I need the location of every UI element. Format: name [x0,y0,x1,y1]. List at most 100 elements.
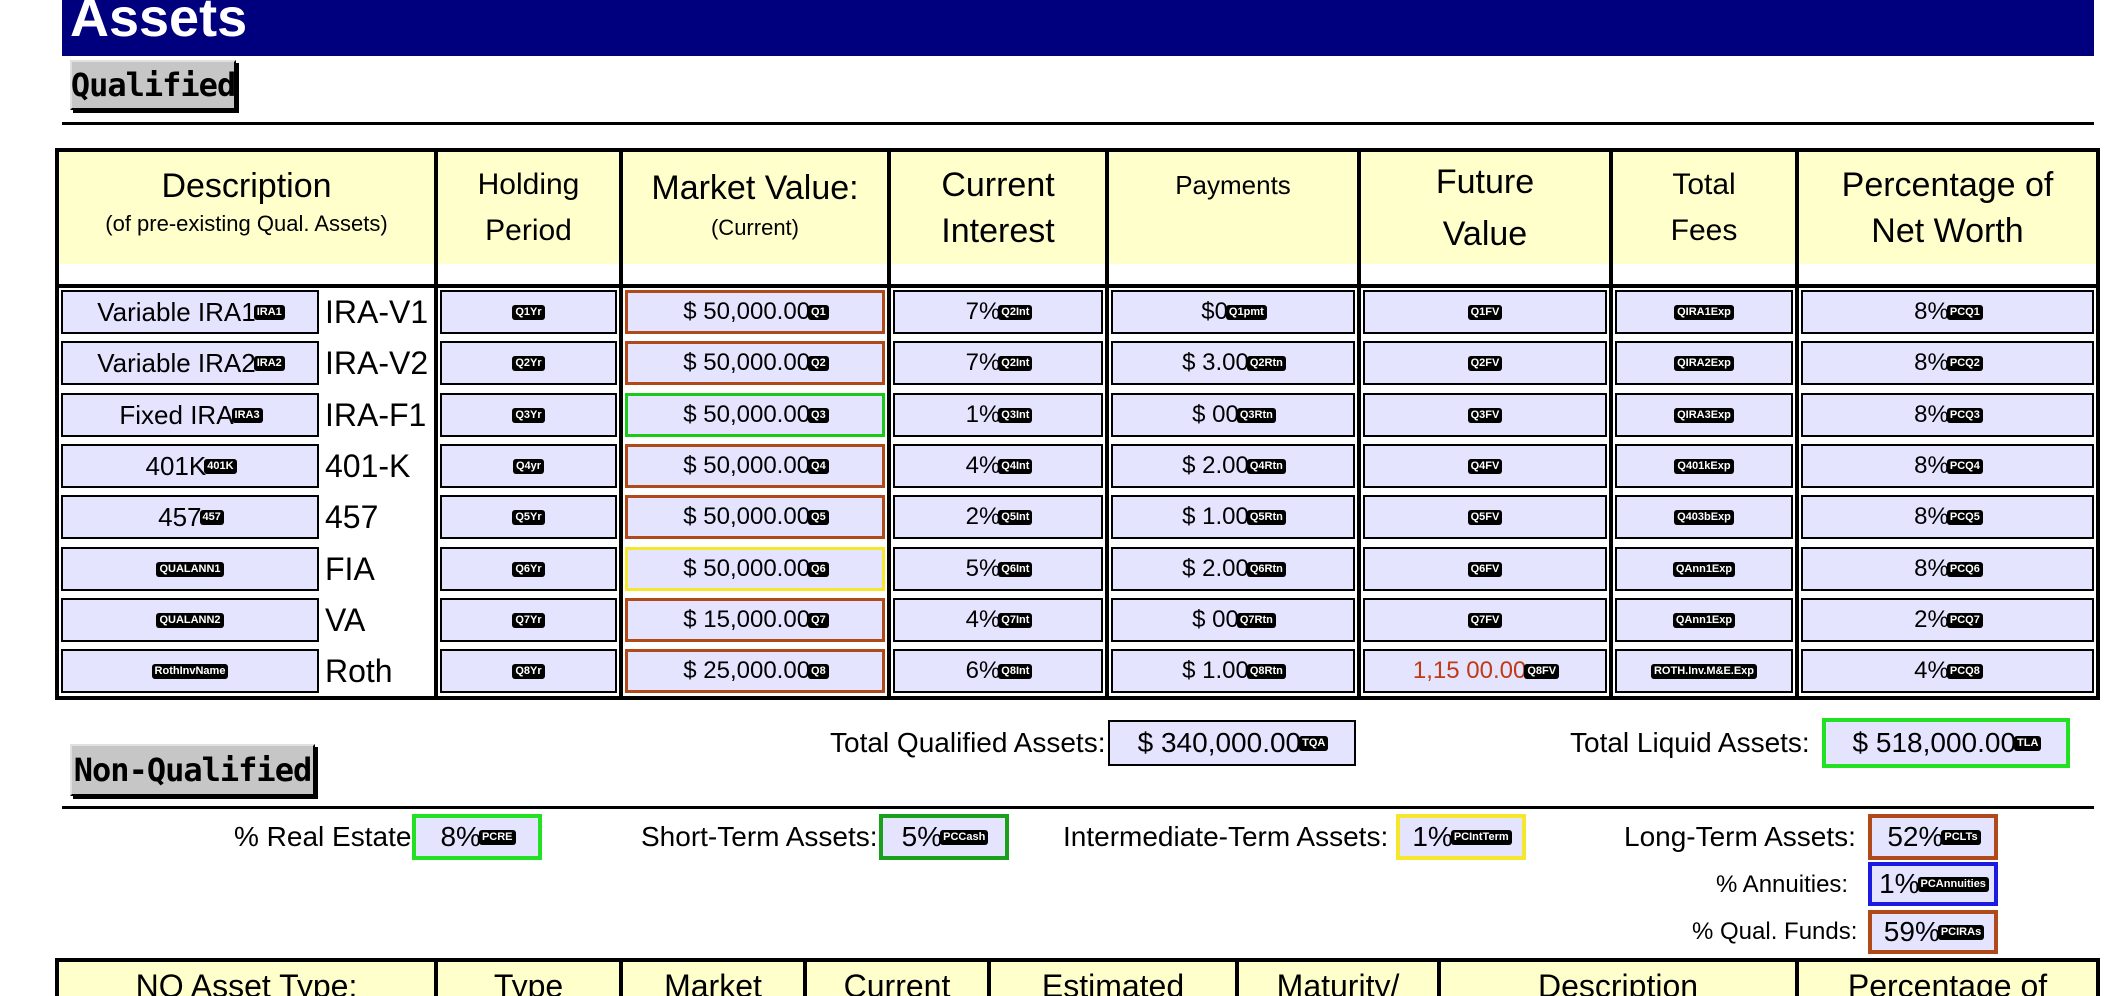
field-tag: Q6 [808,561,829,577]
q-row-2-payment-field[interactable]: $ 3.00 Q2Rtn [1111,341,1355,385]
title-bar [62,0,2094,56]
q-row-7-period-field[interactable]: Q7Yr [440,598,617,642]
q-row-1-pct-field[interactable]: 8% PCQ1 [1801,290,2094,334]
annuities-field[interactable]: 1% PCAnnuities [1868,862,1998,906]
q-row-3-fv-field[interactable]: Q3FV [1363,393,1607,437]
field-tag: Q6Rtn [1246,561,1286,577]
q-row-3-period-field[interactable]: Q3Yr [440,393,617,437]
q-row-5-payment-field[interactable]: $ 1.00 Q5Rtn [1111,495,1355,539]
q-row-1-fv-field[interactable]: Q1FV [1363,290,1607,334]
q-row-1-desc-field[interactable]: Variable IRA1 IRA1 [61,290,319,334]
q-row-1-value-field[interactable]: $ 50,000.00 Q1 [625,290,885,334]
field-tag: Q7Rtn [1236,612,1276,628]
q-row-5-desc-field[interactable]: 457 457 [61,495,319,539]
q-row-5-interest-field[interactable]: 2% Q5Int [893,495,1103,539]
q-row-3-interest-field[interactable]: 1% Q3Int [893,393,1103,437]
field-tag: Q401kExp [1674,458,1734,474]
field-tag: Q5 [808,509,829,525]
q-row-2-label-label: IRA-V2 [321,341,431,385]
q-row-7-payment-field[interactable]: $ 00 Q7Rtn [1111,598,1355,642]
q-row-6-value-field[interactable]: $ 50,000.00 Q6 [625,547,885,591]
q-row-6-period-field[interactable]: Q6Yr [440,547,617,591]
field-tag: Q4FV [1467,458,1503,474]
q-row-8-fees-field[interactable]: ROTH.Inv.M&E.Exp [1615,649,1793,693]
q-row-1-fees-field[interactable]: QIRA1Exp [1615,290,1793,334]
q-row-7-fees-field[interactable]: QAnn1Exp [1615,598,1793,642]
qual-funds-field[interactable]: 59% PCIRAs [1868,910,1998,954]
q-row-6-pct-field[interactable]: 8% PCQ6 [1801,547,2094,591]
q-row-8-interest-field[interactable]: 6% Q8Int [893,649,1103,693]
q-row-8-value-field[interactable]: $ 25,000.00 Q8 [625,649,885,693]
header-total-fees: Total Fees [1613,152,1795,288]
field-tag: PCIRAs [1937,924,1985,940]
header-payments: Payments [1109,152,1357,288]
q-row-8-fv-field[interactable]: 1,15 00.00 Q8FV [1363,649,1607,693]
q-row-6-desc-field[interactable]: QUALANN1 [61,547,319,591]
q-row-3-value-field[interactable]: $ 50,000.00 Q3 [625,393,885,437]
q-row-2-period-field[interactable]: Q2Yr [440,341,617,385]
q-row-7-value-field[interactable]: $ 15,000.00 Q7 [625,598,885,642]
field-tag: TLA [2014,735,2042,751]
q-row-4-period-field[interactable]: Q4yr [440,444,617,488]
q-row-4-payment-field[interactable]: $ 2.00 Q4Rtn [1111,444,1355,488]
q-row-8-period-field[interactable]: Q8Yr [440,649,617,693]
field-tag: Q3Int [998,407,1033,423]
field-tag: Q8FV [1524,663,1560,679]
q-row-2-pct-field[interactable]: 8% PCQ2 [1801,341,2094,385]
q-row-6-interest-field[interactable]: 5% Q6Int [893,547,1103,591]
q-row-6-payment-field[interactable]: $ 2.00 Q6Rtn [1111,547,1355,591]
q-row-2-fees-field[interactable]: QIRA2Exp [1615,341,1793,385]
annuities-label: % Annuities: [1716,871,1849,898]
tab-non-qualified[interactable]: Non-Qualified [70,744,315,796]
q-row-8-pct-field[interactable]: 4% PCQ8 [1801,649,2094,693]
q-row-6-fees-field[interactable]: QAnn1Exp [1615,547,1793,591]
q-row-7-fv-field[interactable]: Q7FV [1363,598,1607,642]
q-row-3-fees-field[interactable]: QIRA3Exp [1615,393,1793,437]
q-row-1-period-field[interactable]: Q1Yr [440,290,617,334]
q-row-4-fees-field[interactable]: Q401kExp [1615,444,1793,488]
q-row-8-payment-field[interactable]: $ 1.00 Q8Rtn [1111,649,1355,693]
q-row-1-payment-field[interactable]: $0 Q1pmt [1111,290,1355,334]
q-row-6-fv-field[interactable]: Q6FV [1363,547,1607,591]
field-tag: Q7FV [1467,612,1503,628]
total-liquid-field[interactable]: $ 518,000.00 TLA [1822,718,2070,768]
field-tag: QUALANN1 [156,561,224,577]
q-row-4-fv-field[interactable]: Q4FV [1363,444,1607,488]
q-row-4-value-field[interactable]: $ 50,000.00 Q4 [625,444,885,488]
q-row-7-pct-field[interactable]: 2% PCQ7 [1801,598,2094,642]
q-row-5-value-field[interactable]: $ 50,000.00 Q5 [625,495,885,539]
q-row-2-value-field[interactable]: $ 50,000.00 Q2 [625,341,885,385]
q-row-5-pct-field[interactable]: 8% PCQ5 [1801,495,2094,539]
field-tag: QIRA1Exp [1674,304,1734,320]
field-tag: Q2Yr [512,355,545,371]
real-estate-field[interactable]: 8% PCRE [412,814,542,860]
q-row-2-interest-field[interactable]: 7% Q2Int [893,341,1103,385]
q-row-8-desc-field[interactable]: RothInvName [61,649,319,693]
tab-qualified[interactable]: Qualified [70,60,236,110]
q-row-3-pct-field[interactable]: 8% PCQ3 [1801,393,2094,437]
field-tag: Q4Int [998,458,1033,474]
field-tag: Q1 [808,304,829,320]
q-row-2-fv-field[interactable]: Q2FV [1363,341,1607,385]
nq-header-estimated: Estimated [1041,968,1185,996]
field-tag: PCQ7 [1946,612,1983,628]
q-row-7-desc-field[interactable]: QUALANN2 [61,598,319,642]
q-row-4-label-label: 401-K [321,444,431,488]
q-row-3-desc-field[interactable]: Fixed IRA IRA3 [61,393,319,437]
total-qualified-field[interactable]: $ 340,000.00 TQA [1108,720,1356,766]
header-holding-period: Holding Period [438,152,619,288]
q-row-3-payment-field[interactable]: $ 00 Q3Rtn [1111,393,1355,437]
q-row-5-fees-field[interactable]: Q403bExp [1615,495,1793,539]
q-row-7-interest-field[interactable]: 4% Q7Int [893,598,1103,642]
q-row-5-period-field[interactable]: Q5Yr [440,495,617,539]
q-row-5-fv-field[interactable]: Q5FV [1363,495,1607,539]
q-row-4-desc-field[interactable]: 401K 401K [61,444,319,488]
q-row-2-desc-field[interactable]: Variable IRA2 IRA2 [61,341,319,385]
q-row-4-interest-field[interactable]: 4% Q4Int [893,444,1103,488]
q-row-1-interest-field[interactable]: 7% Q2Int [893,290,1103,334]
q-row-4-pct-field[interactable]: 8% PCQ4 [1801,444,2094,488]
field-tag: PCQ3 [1946,407,1983,423]
long-term-field[interactable]: 52% PCLTs [1868,814,1998,860]
intermediate-term-field[interactable]: 1% PCIntTerm [1396,814,1526,860]
short-term-field[interactable]: 5% PCCash [879,814,1009,860]
